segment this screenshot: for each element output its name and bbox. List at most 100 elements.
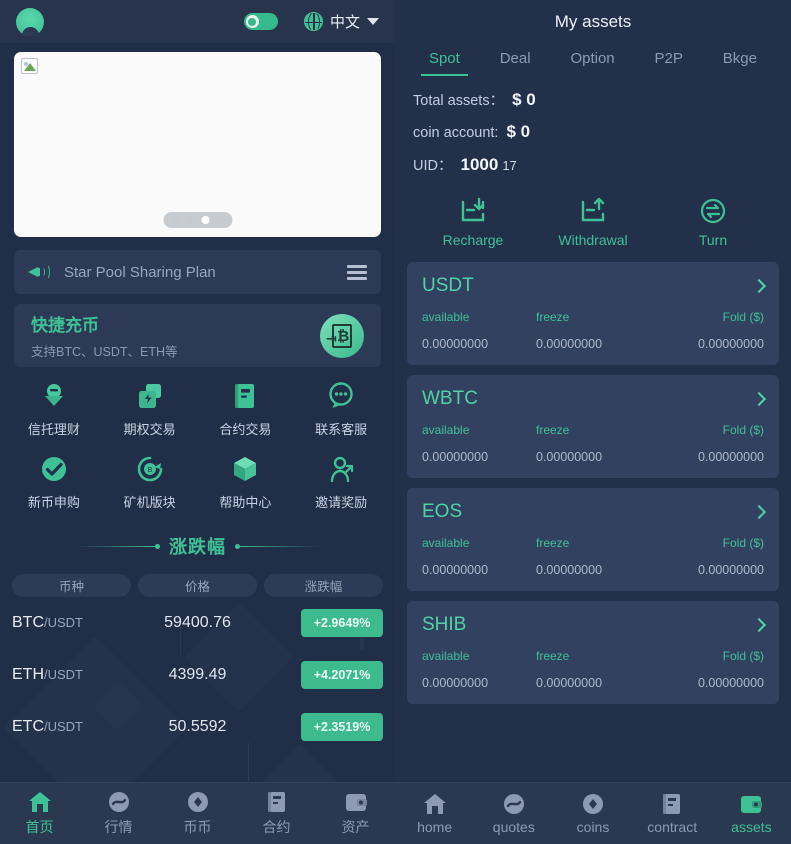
new-coin-icon xyxy=(39,454,69,484)
chevron-right-icon[interactable] xyxy=(751,391,767,407)
grid-item-new-coin[interactable]: 新币申购 xyxy=(6,454,102,511)
tab-bkge[interactable]: Bkge xyxy=(719,44,761,76)
tab-deal[interactable]: Deal xyxy=(496,44,535,76)
assets-panel: My assets Spot Deal Option P2P Bkge Tota… xyxy=(395,0,791,844)
asset-card-usdt[interactable]: USDT available freeze Fold ($) 0.0000000… xyxy=(407,262,779,365)
grid-item-mining-machine[interactable]: B 矿机版块 xyxy=(102,454,198,511)
home-content: Star Pool Sharing Plan 快捷充币 支持BTC、USDT、E… xyxy=(0,43,395,782)
invite-reward-icon xyxy=(326,454,356,484)
asset-actions: Recharge Withdrawal Turn xyxy=(395,187,791,262)
quick-recharge-card[interactable]: 快捷充币 支持BTC、USDT、ETH等 ⇥ xyxy=(14,304,381,367)
market-header-price[interactable]: 价格 xyxy=(138,574,257,597)
grid-item-customer-service[interactable]: 联系客服 xyxy=(293,381,389,438)
market-change: +2.3519% xyxy=(259,713,384,741)
left-bottom-nav: 首页 行情 币币 合约 资产 xyxy=(0,782,395,844)
nav-item-quotes[interactable]: quotes xyxy=(474,792,553,835)
nav-item-contract[interactable]: 合约 xyxy=(237,790,316,837)
assets-icon xyxy=(343,790,369,814)
available-label: available xyxy=(422,310,470,324)
nav-item-home[interactable]: 首页 xyxy=(0,790,79,837)
tab-spot[interactable]: Spot xyxy=(420,44,468,76)
chevron-down-icon[interactable] xyxy=(367,18,379,25)
market-price: 50.5592 xyxy=(168,718,227,735)
chevron-right-icon[interactable] xyxy=(751,278,767,294)
promo-carousel[interactable] xyxy=(14,52,381,237)
chevron-right-icon[interactable] xyxy=(751,617,767,633)
market-price: 59400.76 xyxy=(164,614,231,631)
freeze-label: freeze xyxy=(536,310,570,324)
grid-item-help-center[interactable]: 帮助中心 xyxy=(198,454,294,511)
carousel-dot-active[interactable] xyxy=(201,216,209,224)
carousel-dot[interactable] xyxy=(186,216,194,224)
carousel-dot[interactable] xyxy=(171,216,179,224)
nav-item-contract[interactable]: contract xyxy=(633,792,712,835)
grid-item-invite-reward[interactable]: 邀请奖励 xyxy=(293,454,389,511)
user-avatar[interactable] xyxy=(16,7,44,36)
nav-item-coins[interactable]: 币币 xyxy=(158,790,237,837)
available-label: available xyxy=(422,649,470,663)
market-quote: /USDT xyxy=(44,615,83,630)
table-row[interactable]: ETH/USDT 4399.49 +4.2071% xyxy=(0,649,395,701)
dark-mode-toggle[interactable] xyxy=(243,13,278,30)
grid-item-trust-finance[interactable]: 信托理财 xyxy=(6,381,102,438)
home-icon xyxy=(422,792,448,816)
recharge-button[interactable]: Recharge xyxy=(413,197,533,248)
nav-item-quotes[interactable]: 行情 xyxy=(79,790,158,837)
turn-icon xyxy=(698,197,728,225)
carousel-dots[interactable] xyxy=(163,212,232,228)
moon-icon xyxy=(248,17,257,26)
contract-icon xyxy=(264,790,290,814)
fold-label: Fold ($) xyxy=(722,649,764,663)
market-change: +4.2071% xyxy=(259,661,384,689)
nav-item-assets[interactable]: assets xyxy=(712,792,791,835)
nav-label: assets xyxy=(731,819,772,835)
coin-account-value: $ 0 xyxy=(506,122,531,141)
tab-option[interactable]: Option xyxy=(566,44,618,76)
available-label: available xyxy=(422,423,470,437)
freeze-value: 0.00000000 xyxy=(536,676,603,690)
nav-item-coins[interactable]: coins xyxy=(553,792,632,835)
market-pair: BTC/USDT xyxy=(12,614,136,632)
tab-p2p[interactable]: P2P xyxy=(651,44,687,76)
decor-line-left xyxy=(75,543,160,549)
asset-card-shib[interactable]: SHIB available freeze Fold ($) 0.0000000… xyxy=(407,601,779,704)
coin-account-row: coin account: $ 0 xyxy=(413,122,773,142)
nav-item-home[interactable]: home xyxy=(395,792,474,835)
market-header-coin[interactable]: 币种 xyxy=(12,574,131,597)
nav-label: 币币 xyxy=(183,819,212,835)
nav-item-assets[interactable]: 资产 xyxy=(316,790,395,837)
freeze-value: 0.00000000 xyxy=(536,450,603,464)
hamburger-icon[interactable] xyxy=(347,264,367,280)
market-section: 涨跌幅 币种 价格 涨跌幅 BTC/USDT 59400.76 +2.9649%… xyxy=(0,533,395,753)
fold-label: Fold ($) xyxy=(722,423,764,437)
action-label: Turn xyxy=(698,232,728,248)
withdrawal-button[interactable]: Withdrawal xyxy=(533,197,653,248)
turn-button[interactable]: Turn xyxy=(653,197,773,248)
nav-label: 行情 xyxy=(104,819,133,835)
globe-icon[interactable] xyxy=(303,12,323,31)
fold-value: 0.00000000 xyxy=(697,337,764,351)
announcement-bar[interactable]: Star Pool Sharing Plan xyxy=(14,250,381,294)
uid-suffix: 17 xyxy=(502,158,517,173)
language-label[interactable]: 中文 xyxy=(330,11,360,32)
chevron-right-icon[interactable] xyxy=(751,504,767,520)
carousel-dot[interactable] xyxy=(216,216,224,224)
quick-recharge-subtitle: 支持BTC、USDT、ETH等 xyxy=(31,345,178,359)
asset-card-wbtc[interactable]: WBTC available freeze Fold ($) 0.0000000… xyxy=(407,375,779,478)
left-header: 中文 xyxy=(0,0,395,43)
quotes-icon xyxy=(501,792,527,816)
change-badge: +2.3519% xyxy=(301,713,384,741)
freeze-label: freeze xyxy=(536,536,570,550)
asset-card-eos[interactable]: EOS available freeze Fold ($) 0.00000000… xyxy=(407,488,779,591)
table-row[interactable]: BTC/USDT 59400.76 +2.9649% xyxy=(0,597,395,649)
action-label: Recharge xyxy=(442,232,504,248)
home-icon xyxy=(27,790,53,814)
assets-icon xyxy=(738,792,764,816)
table-row[interactable]: ETC/USDT 50.5592 +2.3519% xyxy=(0,701,395,753)
market-pair: ETC/USDT xyxy=(12,718,136,736)
market-header-change[interactable]: 涨跌幅 xyxy=(264,574,383,597)
grid-item-contract-trading[interactable]: 合约交易 xyxy=(198,381,294,438)
asset-name: WBTC xyxy=(422,388,478,409)
grid-item-option-trading[interactable]: 期权交易 xyxy=(102,381,198,438)
market-change: +2.9649% xyxy=(259,609,384,637)
